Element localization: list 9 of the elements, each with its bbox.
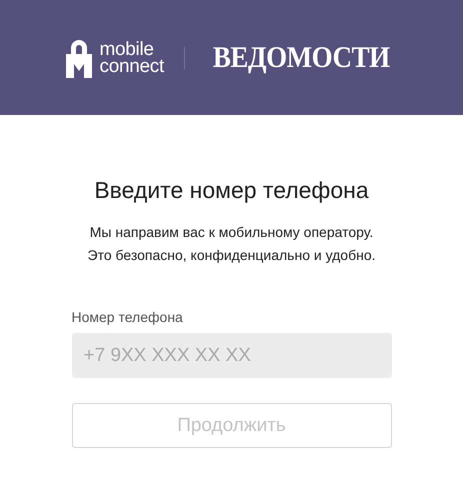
subtitle-text: Это безопасно, конфиденциально и удобно.	[88, 246, 376, 265]
page-title: Введите номер телефона	[94, 177, 369, 204]
subtitle-text: Мы направим вас к мобильному оператору.	[88, 223, 374, 242]
phone-label: Номер телефона	[72, 309, 184, 325]
brand-text: mobile	[100, 40, 155, 58]
partner-logo-text: ВЕДОМОСТИ	[212, 40, 390, 74]
padlock-logo-icon	[64, 38, 94, 78]
phone-input-field[interactable]: +7 9XX XXX XX XX	[72, 333, 392, 378]
brand-text: connect	[100, 58, 164, 74]
